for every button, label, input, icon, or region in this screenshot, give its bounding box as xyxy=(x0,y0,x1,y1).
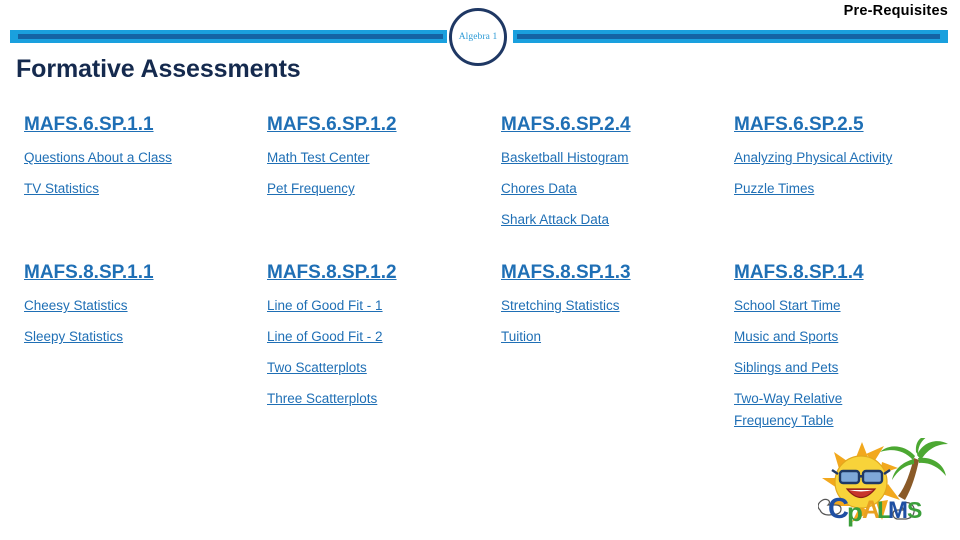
standard-column: MAFS.8.SP.1.1 Cheesy Statistics Sleepy S… xyxy=(24,261,259,357)
list-item: Tuition xyxy=(501,326,736,357)
list-item: Cheesy Statistics xyxy=(24,295,259,326)
resource-link[interactable]: Cheesy Statistics xyxy=(24,298,128,313)
course-node-label: Algebra 1 xyxy=(458,32,498,42)
course-node-algebra-1[interactable]: Algebra 1 xyxy=(449,8,507,66)
standard-column: MAFS.8.SP.1.2 Line of Good Fit - 1 Line … xyxy=(267,261,502,419)
standard-heading-link[interactable]: MAFS.6.SP.2.4 xyxy=(501,113,631,137)
progress-bar-right-segment xyxy=(513,30,948,43)
standard-column: MAFS.6.SP.2.5 Analyzing Physical Activit… xyxy=(734,113,960,209)
list-item: Analyzing Physical Activity xyxy=(734,147,960,178)
list-item: Shark Attack Data xyxy=(501,209,736,240)
page-title: Formative Assessments xyxy=(16,55,301,83)
standard-column: MAFS.8.SP.1.4 School Start Time Music an… xyxy=(734,261,960,432)
standard-column: MAFS.6.SP.1.1 Questions About a Class TV… xyxy=(24,113,259,209)
resource-list: School Start Time Music and Sports Sibli… xyxy=(734,295,960,432)
resource-link[interactable]: Two Scatterplots xyxy=(267,360,367,375)
resource-link[interactable]: Line of Good Fit - 2 xyxy=(267,329,383,344)
resource-link[interactable]: TV Statistics xyxy=(24,181,99,196)
standard-heading-link[interactable]: MAFS.6.SP.1.1 xyxy=(24,113,154,137)
resource-link[interactable]: Stretching Statistics xyxy=(501,298,620,313)
resource-list: Basketball Histogram Chores Data Shark A… xyxy=(501,147,736,240)
standard-column: MAFS.6.SP.2.4 Basketball Histogram Chore… xyxy=(501,113,736,240)
svg-text:S: S xyxy=(907,497,922,523)
standard-heading-link[interactable]: MAFS.8.SP.1.4 xyxy=(734,261,864,285)
list-item: Basketball Histogram xyxy=(501,147,736,178)
standards-grid: MAFS.6.SP.1.1 Questions About a Class TV… xyxy=(0,113,960,428)
standard-heading-link[interactable]: MAFS.6.SP.2.5 xyxy=(734,113,864,137)
resource-link[interactable]: Pet Frequency xyxy=(267,181,355,196)
list-item: Three Scatterplots xyxy=(267,388,502,419)
standard-heading-link[interactable]: MAFS.8.SP.1.2 xyxy=(267,261,397,285)
svg-text:M: M xyxy=(888,497,908,524)
list-item: Two-Way Relative Frequency Table xyxy=(734,388,894,432)
list-item: Music and Sports xyxy=(734,326,960,357)
resource-list: Math Test Center Pet Frequency xyxy=(267,147,502,209)
resource-link[interactable]: Three Scatterplots xyxy=(267,391,377,406)
list-item: TV Statistics xyxy=(24,178,259,209)
standard-heading-link[interactable]: MAFS.8.SP.1.3 xyxy=(501,261,631,285)
list-item: Puzzle Times xyxy=(734,178,960,209)
list-item: Pet Frequency xyxy=(267,178,502,209)
list-item: Chores Data xyxy=(501,178,736,209)
standard-column: MAFS.8.SP.1.3 Stretching Statistics Tuit… xyxy=(501,261,736,357)
cpalms-logo: C p A L M S xyxy=(818,438,950,536)
list-item: Sleepy Statistics xyxy=(24,326,259,357)
resource-list: Cheesy Statistics Sleepy Statistics xyxy=(24,295,259,357)
pre-requisites-label: Pre-Requisites xyxy=(843,3,948,19)
resource-link[interactable]: Music and Sports xyxy=(734,329,838,344)
resource-link[interactable]: Two-Way Relative Frequency Table xyxy=(734,391,842,428)
list-item: Line of Good Fit - 2 xyxy=(267,326,502,357)
progress-bar-left-segment xyxy=(10,30,447,43)
list-item: Line of Good Fit - 1 xyxy=(267,295,502,326)
resource-list: Line of Good Fit - 1 Line of Good Fit - … xyxy=(267,295,502,419)
resource-link[interactable]: Shark Attack Data xyxy=(501,212,609,227)
list-item: Two Scatterplots xyxy=(267,357,502,388)
resource-link[interactable]: Puzzle Times xyxy=(734,181,814,196)
resource-link[interactable]: Chores Data xyxy=(501,181,577,196)
resource-link[interactable]: Questions About a Class xyxy=(24,150,172,165)
resource-list: Analyzing Physical Activity Puzzle Times xyxy=(734,147,960,209)
resource-link[interactable]: Math Test Center xyxy=(267,150,370,165)
standard-column: MAFS.6.SP.1.2 Math Test Center Pet Frequ… xyxy=(267,113,502,209)
resource-link[interactable]: Line of Good Fit - 1 xyxy=(267,298,383,313)
resource-link[interactable]: Sleepy Statistics xyxy=(24,329,123,344)
resource-link[interactable]: School Start Time xyxy=(734,298,841,313)
list-item: School Start Time xyxy=(734,295,960,326)
list-item: Math Test Center xyxy=(267,147,502,178)
list-item: Siblings and Pets xyxy=(734,357,960,388)
list-item: Questions About a Class xyxy=(24,147,259,178)
cpalms-wordmark: C p A L M S xyxy=(828,493,922,527)
list-item: Stretching Statistics xyxy=(501,295,736,326)
resource-list: Questions About a Class TV Statistics xyxy=(24,147,259,209)
standards-row: MAFS.6.SP.1.1 Questions About a Class TV… xyxy=(0,113,960,261)
resource-link[interactable]: Basketball Histogram xyxy=(501,150,629,165)
svg-text:p: p xyxy=(847,497,863,527)
resource-list: Stretching Statistics Tuition xyxy=(501,295,736,357)
standard-heading-link[interactable]: MAFS.8.SP.1.1 xyxy=(24,261,154,285)
standard-heading-link[interactable]: MAFS.6.SP.1.2 xyxy=(267,113,397,137)
resource-link[interactable]: Tuition xyxy=(501,329,541,344)
svg-text:C: C xyxy=(828,493,849,525)
resource-link[interactable]: Analyzing Physical Activity xyxy=(734,150,892,165)
resource-link[interactable]: Siblings and Pets xyxy=(734,360,838,375)
